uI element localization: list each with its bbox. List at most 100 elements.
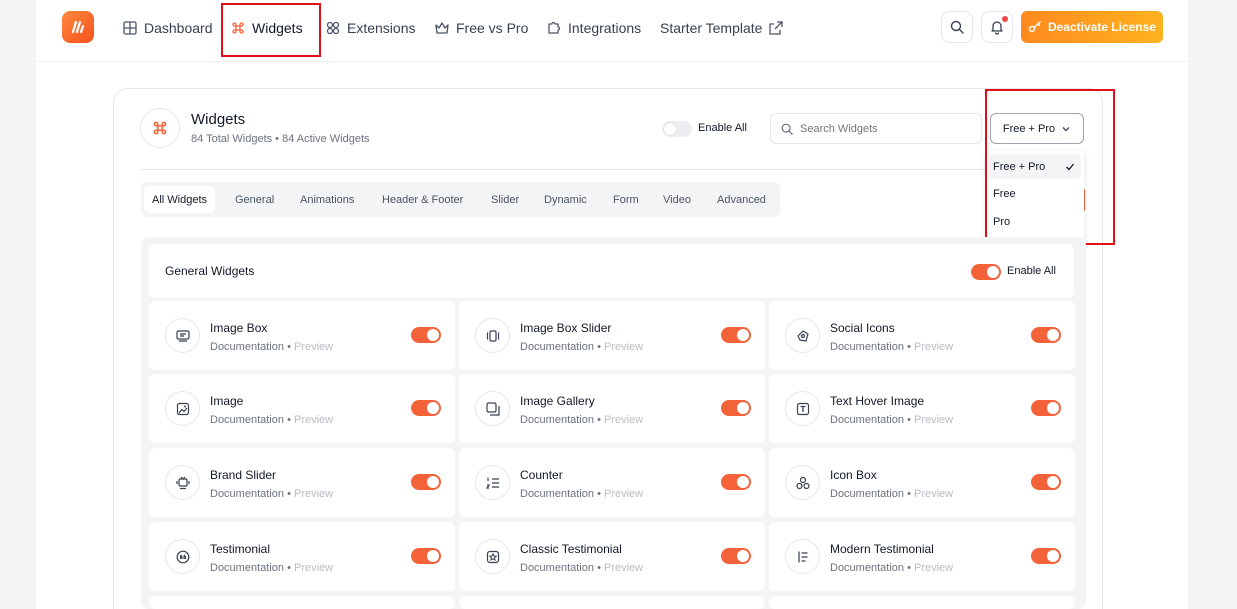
search-widgets-field[interactable] (770, 113, 982, 144)
nav-integrations[interactable]: Integrations (546, 18, 641, 38)
widget-toggle[interactable] (1031, 327, 1061, 343)
nav-dashboard-label: Dashboard (144, 20, 213, 36)
widget-card: Social Icons Documentation • Preview (769, 301, 1075, 370)
widget-links: Documentation • Preview (520, 562, 643, 574)
section-enable-all-toggle[interactable] (971, 264, 1001, 280)
documentation-link[interactable]: Documentation (520, 341, 594, 353)
preview-link[interactable]: Preview (604, 341, 643, 353)
link-separator: • (907, 414, 911, 426)
documentation-link[interactable]: Documentation (830, 414, 904, 426)
preview-link[interactable]: Preview (604, 488, 643, 500)
widget-toggle[interactable] (1031, 548, 1061, 564)
preview-link[interactable]: Preview (294, 488, 333, 500)
nav-integrations-label: Integrations (568, 20, 642, 36)
filter-option-pro[interactable]: Pro (989, 209, 1081, 234)
preview-link[interactable]: Preview (604, 562, 643, 574)
tab-general[interactable]: General (235, 186, 274, 213)
plan-filter-select[interactable]: Free + Pro (990, 113, 1084, 144)
nav-starter-template-label: Starter Template (660, 20, 763, 36)
widget-toggle[interactable] (721, 474, 751, 490)
widget-links: Documentation • Preview (210, 562, 333, 574)
filter-option-label: Pro (993, 215, 1011, 228)
preview-link[interactable]: Preview (914, 414, 953, 426)
nav-extensions[interactable]: Extensions (325, 18, 415, 38)
widget-name: Counter (520, 468, 563, 482)
nav-starter-template[interactable]: Starter Template (660, 18, 784, 38)
widget-icon-wrap (785, 318, 820, 353)
nav-dashboard[interactable]: Dashboard (122, 18, 213, 38)
widget-icon-wrap (475, 391, 510, 426)
widget-card: Image Box Documentation • Preview (149, 301, 455, 370)
preview-link[interactable]: Preview (604, 414, 643, 426)
widget-icon-wrap (165, 391, 200, 426)
widget-links: Documentation • Preview (520, 414, 643, 426)
documentation-link[interactable]: Documentation (520, 414, 594, 426)
dashboard-icon (123, 21, 137, 35)
tab-header-footer[interactable]: Header & Footer (382, 186, 463, 213)
nav-widgets-label: Widgets (252, 20, 303, 36)
nav-widgets[interactable]: Widgets (230, 18, 303, 38)
widget-name: Icon Box (830, 468, 877, 482)
tab-animations[interactable]: Animations (300, 186, 354, 213)
nav-free-vs-pro[interactable]: Free vs Pro (434, 18, 528, 38)
notifications-button[interactable] (981, 11, 1013, 43)
widget-toggle[interactable] (411, 400, 441, 416)
tab-all-widgets[interactable]: All Widgets (144, 186, 216, 213)
widget-toggle[interactable] (721, 548, 751, 564)
search-widgets-input[interactable] (800, 122, 970, 135)
widget-toggle[interactable] (721, 400, 751, 416)
search-button[interactable] (941, 11, 973, 43)
tab-advanced[interactable]: Advanced (717, 186, 766, 213)
preview-link[interactable]: Preview (294, 414, 333, 426)
link-separator: • (287, 414, 291, 426)
tab-dynamic[interactable]: Dynamic (544, 186, 587, 213)
tab-video[interactable]: Video (663, 186, 691, 213)
documentation-link[interactable]: Documentation (830, 488, 904, 500)
widget-toggle[interactable] (411, 327, 441, 343)
preview-link[interactable]: Preview (914, 341, 953, 353)
enable-all-label: Enable All (698, 122, 747, 134)
widget-links: Documentation • Preview (830, 562, 953, 574)
documentation-link[interactable]: Documentation (520, 562, 594, 574)
widget-toggle[interactable] (411, 474, 441, 490)
widget-card: Image Box Slider Documentation • Preview (459, 301, 765, 370)
image-icon (176, 402, 189, 415)
preview-link[interactable]: Preview (294, 562, 333, 574)
widget-toggle[interactable] (1031, 474, 1061, 490)
deactivate-license-button[interactable]: Deactivate License (1021, 11, 1163, 43)
documentation-link[interactable]: Documentation (210, 488, 284, 500)
link-separator: • (597, 341, 601, 353)
documentation-link[interactable]: Documentation (830, 341, 904, 353)
documentation-link[interactable]: Documentation (830, 562, 904, 574)
filter-option-free[interactable]: Free (989, 181, 1081, 206)
widget-toggle[interactable] (1031, 400, 1061, 416)
widget-links: Documentation • Preview (210, 341, 333, 353)
widget-toggle[interactable] (721, 327, 751, 343)
preview-link[interactable]: Preview (914, 562, 953, 574)
enable-all-toggle[interactable] (662, 121, 692, 137)
tab-slider[interactable]: Slider (491, 186, 519, 213)
widget-icon-wrap (475, 465, 510, 500)
link-separator: • (287, 562, 291, 574)
preview-link[interactable]: Preview (294, 341, 333, 353)
widget-name: Classic Testimonial (520, 542, 622, 556)
notification-dot (1002, 16, 1008, 22)
widget-name: Testimonial (210, 542, 271, 556)
preview-link[interactable]: Preview (914, 488, 953, 500)
documentation-link[interactable]: Documentation (520, 488, 594, 500)
widget-name: Text Hover Image (830, 394, 925, 408)
filter-option-free-pro[interactable]: Free + Pro (989, 154, 1081, 179)
documentation-link[interactable]: Documentation (210, 341, 284, 353)
list-icon (797, 550, 808, 563)
documentation-link[interactable]: Documentation (210, 414, 284, 426)
widget-icon-wrap (165, 539, 200, 574)
widget-links: Documentation • Preview (520, 488, 643, 500)
chevron-down-icon (1062, 126, 1070, 131)
widget-toggle[interactable] (411, 548, 441, 564)
documentation-link[interactable]: Documentation (210, 562, 284, 574)
quote-icon (176, 550, 189, 563)
top-navigation: Dashboard Widgets Extensions Free vs Pro… (36, 0, 1188, 62)
widget-card: Icon Box Documentation • Preview (769, 448, 1075, 517)
tab-form[interactable]: Form (613, 186, 639, 213)
app-logo[interactable] (62, 11, 94, 43)
